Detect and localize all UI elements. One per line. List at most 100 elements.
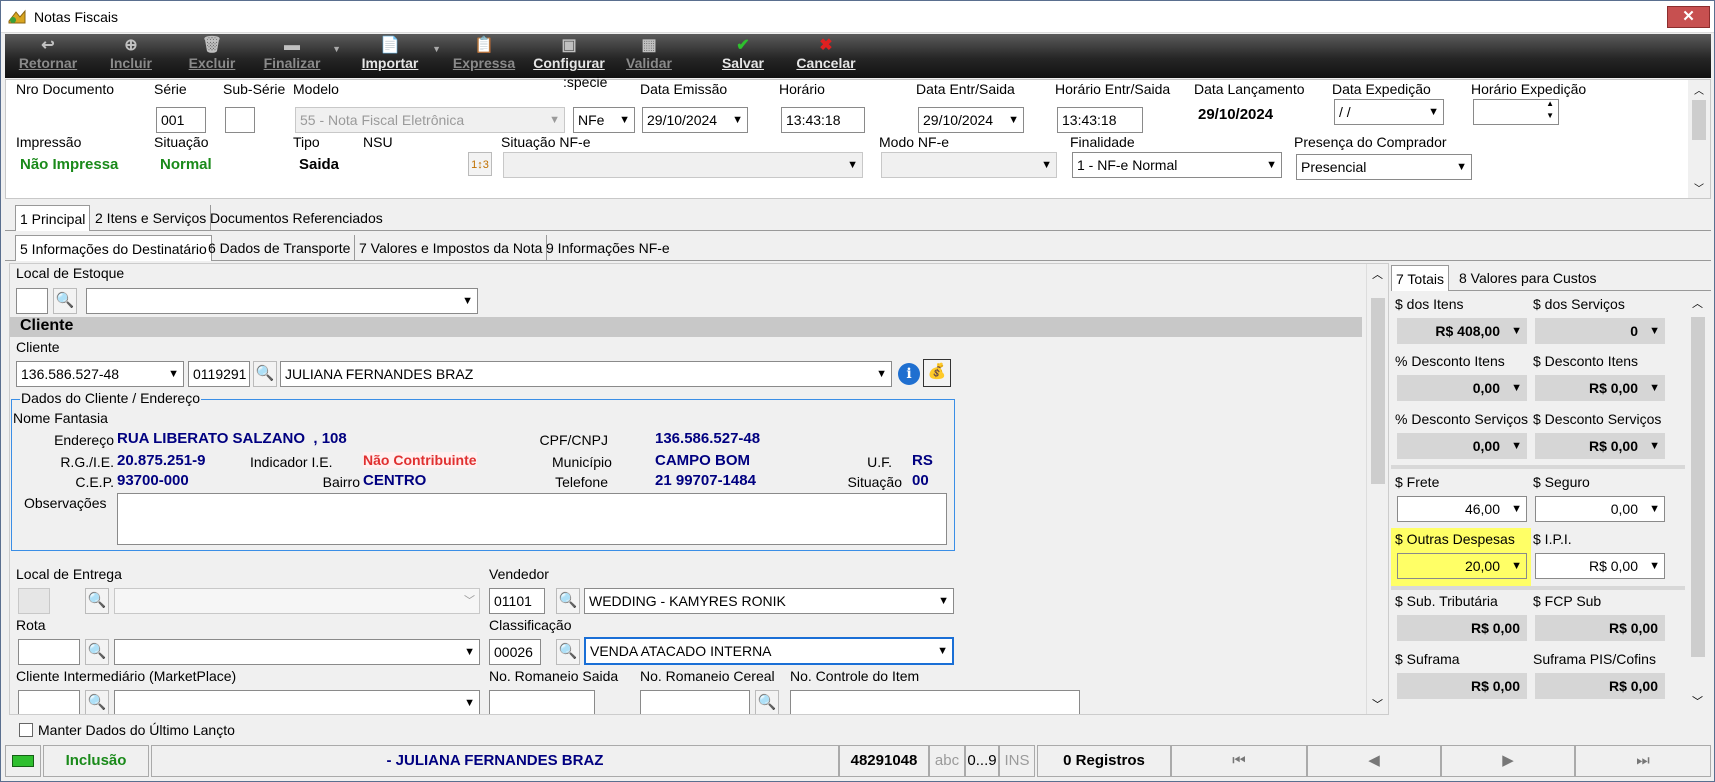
tab-informacoes-destinatario[interactable]: 5 Informações do Destinatário xyxy=(15,235,212,261)
especie-select[interactable]: NFe ▼ xyxy=(573,107,635,133)
controle-item-input[interactable] xyxy=(790,690,1080,714)
modo-nfe-select[interactable]: ▼ xyxy=(881,152,1057,178)
situacao-nfe-select[interactable]: ▼ xyxy=(503,152,863,178)
chevron-down-icon[interactable]: ▼ xyxy=(332,44,341,54)
local-estoque-select[interactable]: ▼ xyxy=(86,288,478,314)
horario-expedicao-input[interactable]: ▲ ▼ xyxy=(1473,99,1559,125)
local-estoque-code-input[interactable] xyxy=(16,288,48,314)
chevron-up-icon[interactable]: ︿ xyxy=(1372,266,1383,282)
scroll-thumb[interactable] xyxy=(1371,298,1385,484)
scroll-thumb[interactable] xyxy=(1691,317,1705,657)
toolbar-validar-button[interactable]: ▦ Validar xyxy=(621,36,677,76)
info-icon[interactable]: i xyxy=(898,363,920,385)
toolbar-expressa-button[interactable]: 📋 Expressa xyxy=(451,36,517,76)
local-entrega-code-input[interactable] xyxy=(18,588,50,614)
chevron-up-icon[interactable]: ︿ xyxy=(1694,82,1704,97)
header-scrollbar[interactable]: ︿ ﹀ xyxy=(1688,80,1710,198)
toolbar-retornar-button[interactable]: ↩ Retornar xyxy=(13,36,83,76)
chevron-down-icon[interactable]: ﹀ xyxy=(1692,693,1703,709)
pct-desc-itens-value[interactable]: 0,00 ▼ xyxy=(1397,375,1527,401)
nav-next-button[interactable]: ▶ xyxy=(1441,745,1575,777)
search-icon[interactable]: 🔍 xyxy=(556,588,580,614)
tab-itens-servicos[interactable]: 2 Itens e Serviços xyxy=(91,205,212,231)
scroll-thumb[interactable] xyxy=(1692,100,1706,140)
search-icon[interactable]: 🔍 xyxy=(556,639,580,665)
toolbar-cancelar-button[interactable]: ✖ Cancelar xyxy=(791,36,861,76)
bairro-label: Bairro xyxy=(322,474,360,490)
desc-itens-value[interactable]: R$ 0,00 ▼ xyxy=(1535,375,1665,401)
search-icon[interactable]: 🔍 xyxy=(85,690,109,714)
tab-documentos-referenciados[interactable]: Documentos Referenciados xyxy=(206,205,387,231)
vendedor-label: Vendedor xyxy=(489,566,549,582)
data-emissao-input[interactable]: 29/10/2024 ▼ xyxy=(642,107,748,133)
local-entrega-select[interactable]: ﹀ xyxy=(114,588,480,614)
money-bag-icon[interactable]: 💰 xyxy=(923,359,951,387)
manter-dados-checkbox[interactable] xyxy=(19,723,33,737)
frete-input[interactable]: 46,00 ▼ xyxy=(1397,496,1527,522)
cliente-intermediario-code-input[interactable] xyxy=(18,690,80,714)
pct-desc-servicos-value[interactable]: 0,00 ▼ xyxy=(1397,433,1527,459)
nav-last-button[interactable]: ⏭ xyxy=(1575,745,1711,777)
content-scrollbar[interactable]: ︿ ﹀ xyxy=(1366,264,1388,714)
sort-icon[interactable]: 1↕3 xyxy=(468,152,492,176)
rota-code-input[interactable] xyxy=(18,639,80,665)
cliente-cpf-select[interactable]: 136.586.527-48 ▼ xyxy=(16,361,184,387)
search-icon[interactable]: 🔍 xyxy=(53,288,77,314)
toolbar-salvar-button[interactable]: ✔ Salvar xyxy=(715,36,771,76)
close-button[interactable]: ✕ xyxy=(1667,6,1710,28)
toolbar-excluir-button[interactable]: 🗑 Excluir xyxy=(187,36,237,76)
totais-scrollbar[interactable]: ︿ ﹀ xyxy=(1687,293,1709,713)
data-expedicao-input[interactable]: / / ▼ xyxy=(1334,99,1444,125)
chevron-down-icon[interactable]: ▼ xyxy=(432,44,441,54)
vendedor-select[interactable]: WEDDING - KAMYRES RONIK ▼ xyxy=(584,588,954,614)
total-servicos-value[interactable]: 0 ▼ xyxy=(1535,318,1665,344)
search-icon[interactable]: 🔍 xyxy=(85,588,109,614)
chevron-down-icon[interactable]: ﹀ xyxy=(1694,180,1704,195)
seguro-input[interactable]: 0,00 ▼ xyxy=(1535,496,1665,522)
status-client: - JULIANA FERNANDES BRAZ xyxy=(151,745,839,777)
chevron-up-icon[interactable]: ︿ xyxy=(1692,295,1703,311)
tab-totais[interactable]: 7 Totais xyxy=(1391,265,1449,291)
search-icon[interactable]: 🔍 xyxy=(755,690,779,714)
rota-select[interactable]: ▼ xyxy=(114,639,480,665)
toolbar-importar-button[interactable]: 📄 Importar ▼ xyxy=(355,36,441,76)
desc-servicos-value[interactable]: R$ 0,00 ▼ xyxy=(1535,433,1665,459)
toolbar-finalizar-button[interactable]: ▬ Finalizar ▼ xyxy=(259,36,341,76)
cliente-code-input[interactable]: 0119291 xyxy=(188,361,250,387)
total-servicos-label: $ dos Serviços xyxy=(1533,296,1625,312)
ipi-input[interactable]: R$ 0,00 ▼ xyxy=(1535,553,1665,579)
sub-serie-input[interactable] xyxy=(225,107,255,133)
nav-first-button[interactable]: ⏮ xyxy=(1171,745,1307,777)
tab-informacoes-nfe[interactable]: 9 Informações NF-e xyxy=(542,235,674,261)
outras-despesas-input[interactable]: 20,00 ▼ xyxy=(1397,553,1527,579)
toolbar-configurar-button[interactable]: ▣ Configurar xyxy=(529,36,609,76)
cliente-intermediario-select[interactable]: ▼ xyxy=(114,690,480,714)
horario-entr-saida-input[interactable]: 13:43:18 xyxy=(1057,107,1143,133)
romaneio-saida-input[interactable] xyxy=(489,690,595,714)
document-header: Nro Documento Série 001 Sub-Série Modelo… xyxy=(5,74,1711,199)
search-icon[interactable]: 🔍 xyxy=(253,361,277,387)
toolbar-incluir-button[interactable]: ⊕ Incluir xyxy=(105,36,157,76)
finalidade-select[interactable]: 1 - NF-e Normal ▼ xyxy=(1072,152,1282,178)
tab-principal[interactable]: 1 Principal xyxy=(15,205,91,231)
observacoes-textarea[interactable] xyxy=(117,493,947,545)
spin-icon[interactable]: ▲ ▼ xyxy=(1546,100,1554,122)
classificacao-code-input[interactable]: 00026 xyxy=(489,639,541,665)
tab-valores-impostos[interactable]: 7 Valores e Impostos da Nota xyxy=(355,235,548,261)
modelo-select[interactable]: 55 - Nota Fiscal Eletrônica ▼ xyxy=(295,107,565,133)
serie-input[interactable]: 001 xyxy=(156,107,206,133)
cliente-name-select[interactable]: JULIANA FERNANDES BRAZ ▼ xyxy=(280,361,892,387)
tab-dados-transporte[interactable]: 6 Dados de Transporte xyxy=(204,235,356,261)
classificacao-select[interactable]: VENDA ATACADO INTERNA ▼ xyxy=(584,637,954,665)
total-itens-value[interactable]: R$ 408,00 ▼ xyxy=(1397,318,1527,344)
presenca-select[interactable]: Presencial ▼ xyxy=(1296,154,1472,180)
vendedor-code-input[interactable]: 01101 xyxy=(489,588,545,614)
horario-input[interactable]: 13:43:18 xyxy=(781,107,865,133)
romaneio-cereal-input[interactable] xyxy=(640,690,750,714)
tab-valores-custos[interactable]: 8 Valores para Custos xyxy=(1455,265,1600,291)
search-icon[interactable]: 🔍 xyxy=(85,639,109,665)
express-icon: 📋 xyxy=(474,37,494,54)
nav-prev-button[interactable]: ◀ xyxy=(1307,745,1441,777)
data-entr-saida-input[interactable]: 29/10/2024 ▼ xyxy=(918,107,1024,133)
chevron-down-icon[interactable]: ﹀ xyxy=(1372,696,1383,712)
